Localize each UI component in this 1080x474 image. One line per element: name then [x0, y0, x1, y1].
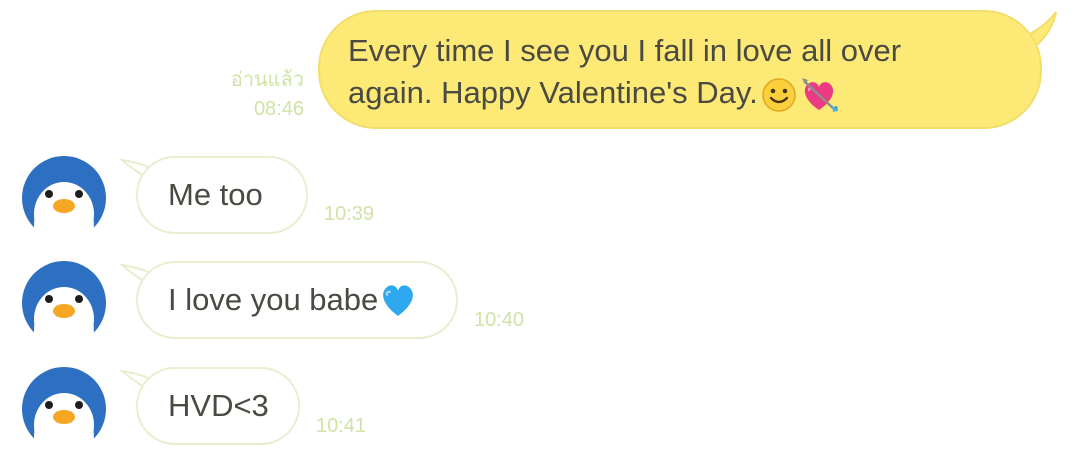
received-message-time: 10:41 [316, 415, 367, 437]
received-message-text: Me too [168, 177, 263, 212]
penguin-avatar[interactable] [22, 261, 106, 345]
received-message-body: I love you babe [168, 282, 379, 317]
sent-message-time: 08:46 [253, 98, 304, 120]
sent-message-meta: อ่านแล้ว 08:46 [210, 66, 304, 124]
penguin-avatar[interactable] [22, 367, 106, 451]
chat-view: อ่านแล้ว 08:46 Every time I see you I fa… [0, 0, 1080, 474]
received-message-text: I love you babe [168, 280, 418, 320]
smiling-face-emoji [762, 78, 796, 112]
blue-heart-emoji [383, 285, 414, 316]
sent-message-text: Every time I see you I fall in love all … [348, 30, 988, 115]
received-message-time: 10:40 [474, 309, 525, 331]
sent-message-emojis [760, 75, 840, 115]
received-message-text: HVD<3 [168, 388, 269, 423]
heart-with-arrow-emoji [801, 77, 838, 112]
read-status: อ่านแล้ว [230, 69, 304, 91]
penguin-avatar[interactable] [22, 156, 106, 240]
received-message-time: 10:39 [324, 203, 375, 225]
